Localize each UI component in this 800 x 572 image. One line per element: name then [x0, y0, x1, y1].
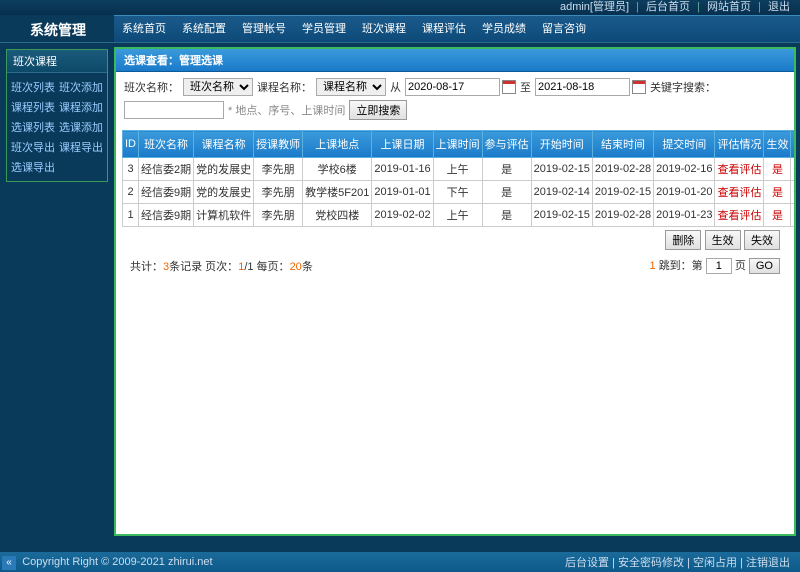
search-bar: 班次名称： 班次名称 课程名称： 课程名称 从 至 关键字搜索： * 地点、序号… — [116, 72, 794, 126]
col-header: 上课日期 — [372, 131, 433, 158]
go-button[interactable]: GO — [749, 258, 780, 274]
pager: 共计：3条记录 页次：1/1 每页：20条 1 跳到：第 页 GO — [122, 253, 788, 278]
sidebar-title: 班次课程 — [7, 50, 107, 73]
sidebar: 班次课程 班次列表班次添加课程列表课程添加选课列表选课添加班次导出课程导出选课导… — [0, 43, 114, 540]
sidebar-link[interactable]: 班次添加 — [59, 79, 103, 95]
col-header: 生效 — [764, 131, 791, 158]
page-input[interactable] — [706, 258, 732, 274]
logo: 系统管理 — [0, 15, 114, 42]
sidebar-link[interactable]: 选课列表 — [11, 119, 55, 135]
edit-link[interactable]: 修改 — [793, 164, 796, 176]
col-header: 开始时间 — [531, 131, 592, 158]
delete-button[interactable]: 删除 — [665, 230, 701, 250]
nav-item[interactable]: 系统配置 — [174, 16, 234, 42]
table-row: 1经信委9期计算机软件李先朋党校四楼2019-02-02上午是2019-02-1… — [123, 204, 797, 227]
sidebar-link[interactable]: 课程导出 — [59, 139, 103, 155]
sidebar-link[interactable]: 选课导出 — [11, 159, 55, 175]
enable-button[interactable]: 生效 — [705, 230, 741, 250]
search-button[interactable]: 立即搜索 — [349, 100, 407, 120]
nav-item[interactable]: 学员成绩 — [474, 16, 534, 42]
link-site-home[interactable]: 网站首页 — [707, 1, 751, 13]
footer: « Copyright Right © 2009-2021 zhirui.net… — [0, 552, 800, 572]
label-class: 班次名称： — [124, 79, 179, 95]
keyword-input[interactable] — [124, 101, 224, 119]
user-info: admin[管理员] — [560, 1, 629, 13]
disable-button[interactable]: 失效 — [744, 230, 780, 250]
panel-title: 选课查看：管理选课 — [116, 49, 794, 72]
date-to-input[interactable] — [535, 78, 630, 96]
link-backend-home[interactable]: 后台首页 — [646, 1, 690, 13]
date-from-input[interactable] — [405, 78, 500, 96]
top-bar: admin[管理员] | 后台首页 | 网站首页 | 退出 — [0, 0, 800, 15]
col-header: 评估情况 — [715, 131, 764, 158]
footer-domain[interactable]: zhirui.net — [168, 556, 213, 568]
sidebar-link[interactable]: 选课添加 — [59, 119, 103, 135]
edit-link[interactable]: 修改 — [793, 187, 796, 199]
calendar-icon[interactable] — [502, 80, 516, 94]
label-from: 从 — [390, 79, 401, 95]
sidebar-link[interactable]: 班次导出 — [11, 139, 55, 155]
view-eval-link[interactable]: 查看评估 — [717, 187, 761, 199]
col-header: ID — [123, 131, 139, 158]
label-course: 课程名称： — [257, 79, 312, 95]
collapse-icon[interactable]: « — [2, 556, 16, 570]
nav-item[interactable]: 班次课程 — [354, 16, 414, 42]
footer-link[interactable]: 后台设置 — [565, 557, 609, 569]
label-to: 至 — [520, 79, 531, 95]
nav-item[interactable]: 管理帐号 — [234, 16, 294, 42]
table-row: 2经信委9期党的发展史李先朋教学楼5F2012019-01-01下午是2019-… — [123, 181, 797, 204]
col-header: 班次名称 — [139, 131, 194, 158]
nav-item[interactable]: 学员管理 — [294, 16, 354, 42]
view-eval-link[interactable]: 查看评估 — [717, 164, 761, 176]
select-class[interactable]: 班次名称 — [183, 78, 253, 96]
nav-item[interactable]: 系统首页 — [114, 16, 174, 42]
sidebar-link[interactable]: 班次列表 — [11, 79, 55, 95]
footer-link[interactable]: 注销退出 — [746, 557, 790, 569]
select-course[interactable]: 课程名称 — [316, 78, 386, 96]
footer-link[interactable]: 安全密码修改 — [618, 557, 684, 569]
nav-item[interactable]: 课程评估 — [414, 16, 474, 42]
view-eval-link[interactable]: 查看评估 — [717, 210, 761, 222]
col-header: 上课地点 — [303, 131, 372, 158]
nav-item[interactable]: 留言咨询 — [534, 16, 594, 42]
col-header: 操作 — [791, 131, 796, 158]
table-row: 3经信委2期党的发展史李先朋学校6楼2019-01-16上午是2019-02-1… — [123, 158, 797, 181]
label-keyword: 关键字搜索： — [650, 79, 716, 95]
data-table: ID班次名称课程名称授课教师上课地点上课日期上课时间参与评估开始时间结束时间提交… — [122, 130, 796, 227]
main-nav: 系统首页系统配置管理帐号学员管理班次课程课程评估学员成绩留言咨询 — [114, 15, 800, 42]
calendar-icon[interactable] — [632, 80, 646, 94]
link-logout[interactable]: 退出 — [768, 1, 790, 13]
col-header: 上课时间 — [433, 131, 482, 158]
col-header: 课程名称 — [194, 131, 254, 158]
content-panel: 选课查看：管理选课 班次名称： 班次名称 课程名称： 课程名称 从 至 关键字搜… — [114, 47, 796, 536]
col-header: 提交时间 — [654, 131, 715, 158]
footer-link[interactable]: 空闲占用 — [693, 557, 737, 569]
keyword-hint: * 地点、序号、上课时间 — [228, 102, 345, 118]
col-header: 参与评估 — [482, 131, 531, 158]
sidebar-link[interactable]: 课程添加 — [59, 99, 103, 115]
sidebar-link[interactable]: 课程列表 — [11, 99, 55, 115]
col-header: 授课教师 — [254, 131, 303, 158]
col-header: 结束时间 — [592, 131, 653, 158]
edit-link[interactable]: 修改 — [793, 210, 796, 222]
